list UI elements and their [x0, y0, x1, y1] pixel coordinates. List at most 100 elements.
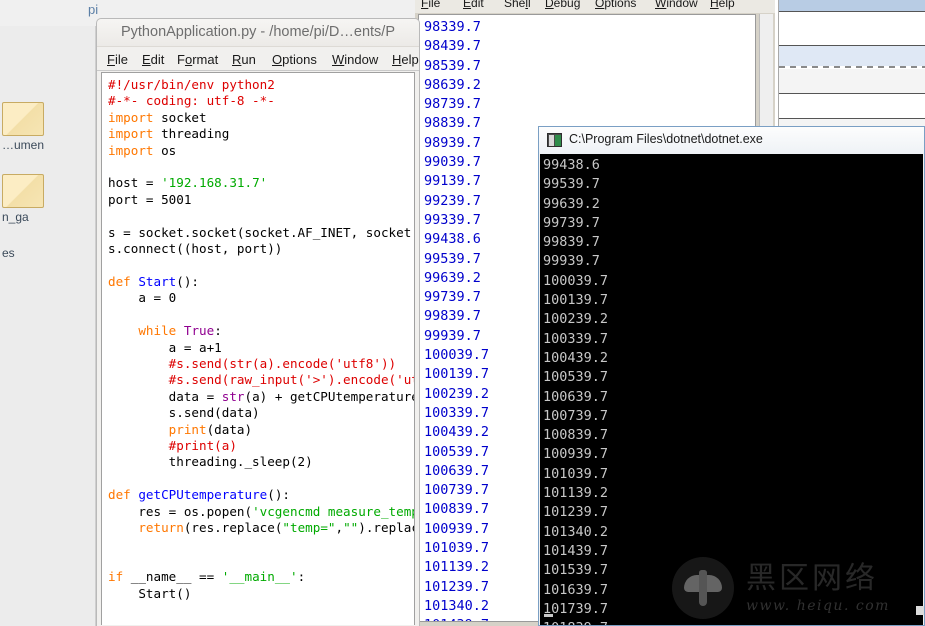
menu-item-options[interactable]: Options: [595, 0, 636, 10]
code-line: #s.send(raw_input('>').encode('utf8')): [168, 372, 414, 388]
menu-item-options[interactable]: Options: [272, 52, 317, 67]
console-output-line: 100439.2: [543, 349, 609, 366]
console-cursor: [544, 614, 553, 617]
code-line: print(data): [168, 421, 253, 437]
source-code-text: #!/usr/bin/env python2 #-*- coding: utf-8…: [102, 73, 414, 602]
file-manager-tab-pi[interactable]: pi: [88, 2, 98, 17]
menu-item-shell[interactable]: Shell: [504, 0, 531, 10]
code-line: #-*- coding: utf-8 -*-: [108, 93, 275, 109]
shell-output-line: 98439.7: [424, 38, 481, 55]
shell-output-line: 98639.2: [424, 76, 481, 93]
console-output-line: 101340.2: [543, 523, 609, 540]
code-line: a = 0: [108, 290, 177, 306]
code-line: s = socket.socket(socket.AF_INET, socket…: [108, 224, 414, 240]
code-line: while True:: [138, 323, 222, 339]
code-line: return(res.replace("temp=","").replace("…: [138, 519, 414, 535]
console-titlebar[interactable]: C:\Program Files\dotnet\dotnet.exe: [539, 127, 924, 154]
console-scrollbar-thumb[interactable]: [916, 606, 924, 615]
console-output-line: 100339.7: [543, 330, 609, 347]
console-output-line: 101539.7: [543, 562, 609, 579]
idle-editor-window: PythonApplication.py - /home/pi/D…ents/P…: [96, 18, 420, 626]
shell-menubar: File Edit Shell Debug Options Window Help: [415, 0, 775, 13]
editor-titlebar[interactable]: PythonApplication.py - /home/pi/D…ents/P: [97, 19, 419, 47]
console-output-line: 100239.2: [543, 311, 609, 328]
console-output-line: 100139.7: [543, 292, 609, 309]
menu-item-file[interactable]: File: [107, 52, 128, 67]
console-output-line: 100739.7: [543, 407, 609, 424]
editor-menubar: File Edit Format Run Options Window Help: [97, 48, 419, 71]
list-item-label: n_ga: [2, 210, 29, 224]
shell-output-line: 98539.7: [424, 57, 481, 74]
console-output-line: 100039.7: [543, 272, 609, 289]
code-line: port = 5001: [108, 191, 192, 207]
row-band: [779, 0, 925, 11]
console-output-area[interactable]: 99438.6 99539.7 99639.2 99739.7 99839.7 99939…: [540, 154, 923, 625]
console-title-text: C:\Program Files\dotnet\dotnet.exe: [569, 132, 763, 146]
menu-item-debug[interactable]: Debug: [545, 0, 580, 10]
menu-item-edit[interactable]: Edit: [463, 0, 484, 10]
row-band: [779, 94, 925, 118]
code-line: import socket: [108, 109, 207, 125]
menu-item-edit[interactable]: Edit: [142, 52, 164, 67]
console-output-line: 101239.7: [543, 504, 609, 521]
console-output-line: 101039.7: [543, 465, 609, 482]
row-band: [779, 12, 925, 45]
list-item[interactable]: es: [2, 244, 96, 260]
code-line: import os: [108, 142, 177, 158]
code-line: a = a+1: [108, 339, 222, 355]
list-item[interactable]: …umen: [2, 102, 96, 152]
shell-output-line: 98339.7: [424, 19, 481, 35]
menu-item-file[interactable]: File: [421, 0, 440, 10]
menu-item-help[interactable]: Help: [710, 0, 735, 10]
list-item[interactable]: n_ga: [2, 174, 96, 224]
menu-item-window[interactable]: Window: [655, 0, 698, 10]
folder-icon: [2, 174, 44, 208]
console-output-text: 99438.6 99539.7 99639.2 99739.7 99839.7 99939…: [540, 154, 923, 625]
console-output-line: 100539.7: [543, 369, 609, 386]
console-output-line: 100639.7: [543, 388, 609, 405]
row-band: [779, 69, 925, 93]
folder-icon: [2, 102, 44, 136]
menu-item-window[interactable]: Window: [332, 52, 378, 67]
code-line: #!/usr/bin/env python2: [108, 77, 275, 92]
menu-item-run[interactable]: Run: [232, 52, 256, 67]
console-app-icon: [547, 133, 562, 147]
console-output-line: 99438.6: [543, 157, 600, 173]
console-output-line: 99539.7: [543, 176, 600, 193]
code-line: def Start():: [108, 273, 200, 289]
console-output-line: 101139.2: [543, 485, 609, 502]
code-line: #print(a): [108, 437, 237, 453]
console-output-line: 99639.2: [543, 195, 600, 212]
code-editor-area[interactable]: #!/usr/bin/env python2 #-*- coding: utf-8…: [101, 72, 415, 625]
shell-output-line: 98739.7: [424, 96, 481, 113]
menu-item-help[interactable]: Help: [392, 52, 419, 67]
code-line: def getCPUtemperature():: [108, 487, 290, 503]
code-line: Start(): [108, 585, 192, 601]
menu-item-format[interactable]: Format: [177, 52, 218, 67]
code-line: import threading: [108, 126, 230, 142]
code-line: threading._sleep(2): [108, 454, 313, 470]
page-title: PythonApplication.py - /home/pi/D…ents/P: [120, 24, 396, 40]
code-line: res = os.popen('vcgencmd measure_temp').…: [108, 503, 415, 519]
code-line: #s.send(str(a).encode('utf8')): [108, 355, 397, 371]
list-item-label: es: [2, 246, 15, 260]
console-output-line: 101639.7: [543, 581, 609, 598]
code-line: host = '192.168.31.7': [108, 175, 268, 191]
background-spreadsheet-window: [778, 0, 925, 128]
code-line: s.connect((host, port)): [108, 241, 283, 257]
selection-dash-border: [779, 66, 925, 68]
file-manager-icon-pane: …umen n_ga es: [0, 26, 96, 626]
console-output-line: 99839.7: [543, 234, 600, 251]
console-output-line: 100939.7: [543, 446, 609, 463]
console-output-line: 99939.7: [543, 253, 600, 270]
code-line: s.send(data): [108, 405, 260, 421]
console-output-line: 100839.7: [543, 427, 609, 444]
list-item-label: …umen: [2, 138, 45, 152]
